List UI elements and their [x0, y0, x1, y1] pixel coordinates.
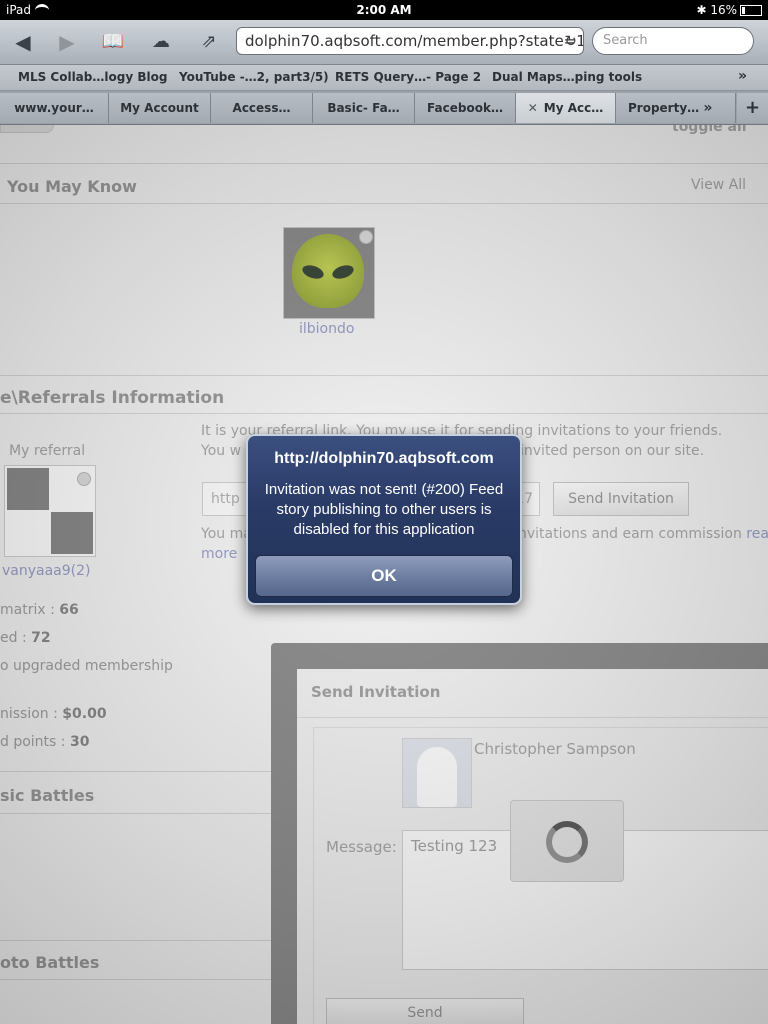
people-section-title: You May Know: [7, 177, 137, 196]
friend-profile-picture[interactable]: [402, 738, 472, 808]
partial-button[interactable]: [0, 125, 54, 133]
referral-avatar: [7, 468, 49, 510]
alien-eye: [330, 262, 356, 282]
stat-line: matrix : 66: [0, 602, 79, 618]
tab-bar: www.your… My Account Access… Basic- Fa… …: [0, 91, 768, 125]
tab[interactable]: Facebook…: [415, 93, 516, 123]
alert-dialog: http://dolphin70.aqbsoft.com Invitation …: [246, 434, 522, 605]
tab[interactable]: Property… »: [616, 93, 736, 123]
basic-battles-title: sic Battles: [0, 786, 95, 805]
send-invitation-button[interactable]: Send Invitation: [553, 482, 689, 516]
friend-name-link[interactable]: ilbiondo: [299, 321, 354, 337]
tab-active[interactable]: ✕ My Acc…: [516, 93, 616, 123]
browser-toolbar: ◀ ▶ 📖 ☁ ⇗ dolphin70.aqbsoft.com/member.p…: [0, 20, 768, 65]
share-icon[interactable]: ⇗: [194, 28, 224, 56]
stat-line: o upgraded membership: [0, 658, 173, 674]
tab[interactable]: www.your…: [0, 93, 109, 123]
ok-button[interactable]: OK: [255, 555, 513, 597]
read-more-link[interactable]: read: [746, 526, 768, 542]
alien-avatar-image: [292, 234, 364, 308]
dialog-title: Send Invitation: [311, 683, 441, 701]
new-tab-icon[interactable]: +: [737, 93, 768, 123]
referral-text-fragment: You w: [201, 443, 242, 459]
friend-avatar[interactable]: [283, 227, 375, 319]
search-placeholder: Search: [603, 33, 648, 48]
bookmark-item[interactable]: RETS Query…- Page 2: [335, 70, 481, 84]
status-bar: iPad 2:00 AM ✱ 16%: [0, 0, 768, 20]
address-bar[interactable]: dolphin70.aqbsoft.com/member.php?state=1…: [236, 27, 584, 55]
referral-avatar: [51, 512, 93, 554]
spinner-icon: [546, 821, 588, 863]
online-status-icon: [359, 230, 373, 244]
view-all-link[interactable]: View All: [691, 177, 746, 193]
alert-title: http://dolphin70.aqbsoft.com: [274, 450, 494, 467]
stat-line: nission : $0.00: [0, 706, 107, 722]
stat-line: ed : 72: [0, 630, 51, 646]
bookmark-item[interactable]: Dual Maps…ping tools: [492, 70, 642, 84]
divider: [0, 979, 272, 980]
commission-text: nvitations and earn commission read: [518, 526, 768, 542]
divider: [0, 163, 768, 164]
icloud-tabs-icon[interactable]: ☁: [146, 28, 176, 56]
bookmarks-bar: MLS Collab…logy Blog YouTube -…2, part3/…: [0, 65, 768, 91]
referral-text-fragment: invited person on our site.: [520, 443, 705, 459]
divider: [0, 940, 272, 941]
url-text: dolphin70.aqbsoft.com/member.php?state=1…: [245, 32, 584, 50]
divider: [297, 717, 768, 718]
friend-name: Christopher Sampson: [474, 740, 636, 758]
battery-status: ✱ 16%: [696, 3, 762, 17]
forward-icon[interactable]: ▶: [52, 28, 82, 56]
send-button[interactable]: Send: [326, 998, 524, 1024]
divider: [0, 813, 272, 814]
photo-battles-title: oto Battles: [0, 953, 100, 972]
tab[interactable]: Access…: [211, 93, 313, 123]
clock: 2:00 AM: [356, 3, 412, 17]
bookmark-item[interactable]: YouTube -…2, part3/5): [179, 70, 329, 84]
divider: [0, 771, 272, 772]
bookmark-item[interactable]: MLS Collab…logy Blog: [18, 70, 167, 84]
tab[interactable]: Basic- Fa…: [313, 93, 415, 123]
my-referral-label: My referral: [9, 443, 86, 459]
bookmarks-book-icon[interactable]: 📖: [98, 28, 128, 56]
read-more-link[interactable]: more: [201, 546, 237, 562]
bluetooth-icon: ✱: [696, 3, 707, 17]
close-tab-icon[interactable]: ✕: [528, 101, 538, 115]
more-tabs-icon[interactable]: »: [703, 100, 712, 116]
online-status-icon: [77, 472, 91, 486]
more-bookmarks-icon[interactable]: »: [738, 68, 747, 84]
toggle-all-link[interactable]: toggle all: [672, 125, 747, 135]
alert-message: Invitation was not sent! (#200) Feed sto…: [264, 481, 504, 538]
tab[interactable]: My Account: [109, 93, 211, 123]
referral-tree[interactable]: [4, 465, 96, 557]
divider: [0, 413, 768, 414]
battery-icon: [740, 5, 762, 16]
alien-eye: [300, 262, 326, 282]
loading-indicator: [510, 800, 624, 882]
reload-icon[interactable]: ↻: [564, 28, 577, 54]
stat-line: d points : 30: [0, 734, 90, 750]
search-field[interactable]: Search: [592, 27, 754, 55]
message-label: Message:: [326, 838, 397, 856]
divider: [0, 203, 768, 204]
divider: [0, 375, 768, 376]
referrals-section-title: e\Referrals Information: [0, 388, 225, 408]
profile-silhouette: [417, 747, 457, 807]
referral-user-link[interactable]: vanyaaa9(2): [2, 563, 91, 579]
back-icon[interactable]: ◀: [8, 28, 38, 56]
